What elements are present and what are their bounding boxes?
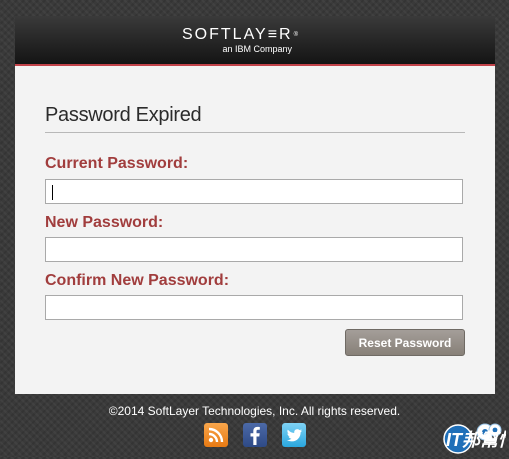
reset-password-button[interactable]: Reset Password [345, 329, 465, 356]
watermark-text: IT邦幫忙 [446, 430, 506, 450]
facebook-icon[interactable] [243, 423, 267, 447]
current-password-label: Current Password: [45, 155, 189, 172]
rss-icon[interactable] [204, 423, 228, 447]
current-password-input[interactable] [45, 179, 463, 204]
twitter-icon[interactable] [282, 423, 306, 447]
copyright-text: ©2014 SoftLayer Technologies, Inc. All r… [108, 404, 401, 418]
confirm-password-input[interactable] [45, 295, 463, 320]
title-divider [45, 132, 465, 133]
new-password-label: New Password: [45, 214, 164, 231]
form-area: Password Expired Current Password: New P… [15, 16, 495, 394]
page-title: Password Expired [45, 104, 202, 126]
text-caret [52, 185, 53, 200]
new-password-input[interactable] [45, 237, 463, 262]
ithome-badge: IT邦幫忙 [440, 420, 509, 459]
confirm-password-label: Confirm New Password: [45, 272, 230, 289]
